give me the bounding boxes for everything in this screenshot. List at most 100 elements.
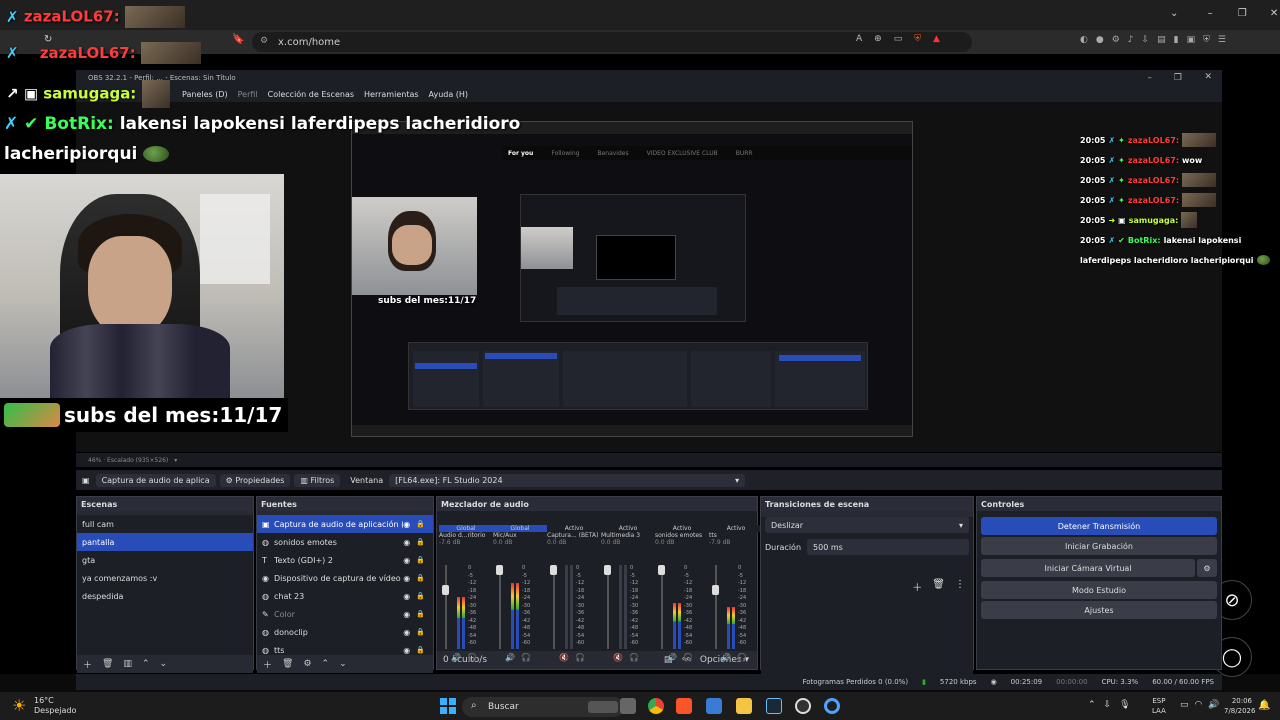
volume-fader[interactable] (715, 565, 717, 649)
store-icon[interactable] (706, 698, 722, 714)
stop-streaming-button[interactable]: Detener Transmisión (981, 517, 1217, 535)
eye-icon[interactable]: ◉ (403, 628, 410, 637)
window-select[interactable]: [FL64.exe]: FL Studio 2024 ▾ (389, 473, 746, 487)
weather-widget[interactable]: 16°C Despejado (34, 696, 76, 716)
arrow-down-icon[interactable]: ⌄ (160, 659, 168, 669)
speaker-icon[interactable]: 🔊 (667, 653, 677, 662)
source-item[interactable]: ◉ Dispositivo de captura de vídeo 3 ◉ 🔒 (257, 569, 433, 587)
volume-fader[interactable] (445, 565, 447, 649)
chrome-icon[interactable] (648, 698, 664, 714)
wallet-icon[interactable]: ▣ (1187, 35, 1196, 49)
headphones-icon[interactable]: 🎧 (467, 653, 477, 662)
headphones-icon[interactable]: 🎧 (737, 653, 747, 662)
lock-icon[interactable]: 🔒 (416, 574, 425, 582)
menu-perfil[interactable]: Perfil (238, 90, 258, 99)
properties-button[interactable]: ⚙ Propiedades (219, 473, 291, 487)
source-item[interactable]: ◍ donoclip ◉ 🔒 (257, 623, 433, 641)
studio-mode-button[interactable]: Modo Estudio (981, 581, 1217, 599)
fader-knob[interactable] (604, 565, 611, 575)
app-icon[interactable] (824, 698, 840, 714)
brave-icon[interactable] (676, 698, 692, 714)
scene-item[interactable]: full cam (77, 515, 253, 533)
steam-icon[interactable] (766, 698, 782, 714)
music-icon[interactable]: ♪ (1128, 35, 1134, 49)
source-item[interactable]: ◍ chat 23 ◉ 🔒 (257, 587, 433, 605)
filters-button[interactable]: ▥ Filtros (294, 473, 341, 487)
weather-icon[interactable]: ☀ (12, 696, 26, 715)
scene-item[interactable]: gta (77, 551, 253, 569)
lock-icon[interactable]: 🔒 (416, 646, 425, 654)
eye-icon[interactable]: ◉ (403, 592, 410, 601)
channel-name[interactable]: Captura... (BETA) (547, 532, 601, 539)
download-icon[interactable]: ⇩ (1104, 700, 1112, 710)
channel-name[interactable]: Multimedia 3 (601, 532, 655, 539)
add-icon[interactable]: ＋ (83, 658, 92, 671)
translate-icon[interactable]: A (856, 34, 862, 44)
duration-input[interactable]: 500 ms (807, 539, 969, 555)
fader-knob[interactable] (712, 585, 719, 595)
brave-shield-icon[interactable]: ⛨ (914, 34, 921, 44)
wifi-icon[interactable]: ◠ (1195, 700, 1203, 710)
file-explorer-icon[interactable] (736, 698, 752, 714)
lock-icon[interactable]: 🔒 (416, 592, 425, 600)
channel-name[interactable]: Mic/Aux (493, 532, 547, 539)
eye-icon[interactable]: ◉ (403, 574, 410, 583)
menu-coleccion[interactable]: Colección de Escenas (268, 90, 354, 99)
gear-icon[interactable]: ⚙ (1197, 559, 1217, 577)
eye-icon[interactable]: ◉ (403, 520, 410, 529)
start-recording-button[interactable]: Iniciar Grabación (981, 537, 1217, 555)
muted-speaker-icon[interactable]: 🔇 (559, 653, 569, 662)
zoom-icon[interactable]: ⊕ (874, 34, 882, 44)
scene-item[interactable]: ya comenzamos :v (77, 569, 253, 587)
minimize-icon[interactable]: – (1208, 8, 1213, 19)
start-virtual-camera-button[interactable]: Iniciar Cámara Virtual (981, 559, 1195, 577)
settings-button[interactable]: Ajustes (981, 601, 1217, 619)
notification-icon[interactable]: 🔔 (1258, 700, 1270, 711)
fader-knob[interactable] (658, 565, 665, 575)
shield-icon[interactable]: ⛨ (1203, 35, 1210, 49)
arrow-down-icon[interactable]: ⌄ (339, 659, 347, 669)
source-item[interactable]: ✎ Color ◉ 🔒 (257, 605, 433, 623)
scene-item[interactable]: despedida (77, 587, 253, 605)
restore-icon[interactable]: ❐ (1238, 8, 1247, 19)
arrow-up-icon[interactable]: ⌃ (142, 659, 150, 669)
puzzle-icon[interactable]: ⚙ (1112, 35, 1120, 49)
eye-icon[interactable]: ◉ (403, 556, 410, 565)
headphones-icon[interactable]: 🎧 (683, 653, 693, 662)
language-indicator[interactable]: ESP LAA (1152, 696, 1166, 716)
menu-herramientas[interactable]: Herramientas (364, 90, 419, 99)
lock-icon[interactable]: 🔒 (416, 628, 425, 636)
monitor-icon[interactable]: ▭ (1180, 700, 1189, 710)
muted-speaker-icon[interactable]: 🔇 (613, 653, 623, 662)
add-icon[interactable]: ＋ (263, 658, 272, 671)
clock[interactable]: 20:06 7/8/2026 (1224, 696, 1255, 716)
fader-knob[interactable] (442, 585, 449, 595)
channel-name[interactable]: sonidos emotes (655, 532, 709, 539)
download-icon[interactable]: ⇩ (1142, 35, 1150, 49)
taskbar-search[interactable]: ⌕ Buscar (462, 697, 624, 717)
cast-icon[interactable]: ▭ (894, 34, 903, 44)
speaker-icon[interactable]: 🔊 (721, 653, 731, 662)
trash-icon[interactable]: 🗑 (932, 579, 945, 594)
site-info-icon[interactable]: ⚙ (260, 36, 268, 46)
source-item[interactable]: ◍ sonidos emotes ◉ 🔒 (257, 533, 433, 551)
source-item[interactable]: T Texto (GDI+) 2 ◉ 🔒 (257, 551, 433, 569)
minimize-icon[interactable]: – (1148, 73, 1153, 83)
eye-icon[interactable]: ◉ (403, 538, 410, 547)
volume-icon[interactable]: 🔊 (1208, 700, 1219, 710)
extension-icon[interactable]: ● (1096, 35, 1104, 49)
windows-start-icon[interactable] (440, 698, 456, 714)
rewards-icon[interactable]: ▲ (933, 34, 940, 44)
close-icon[interactable]: ✕ (1204, 72, 1212, 82)
channel-name[interactable]: Audio d...ritorio (439, 532, 493, 539)
trash-icon[interactable]: 🗑 (102, 659, 113, 669)
headphones-icon[interactable]: 🎧 (629, 653, 639, 662)
chevron-up-icon[interactable]: ⌃ (1088, 700, 1096, 710)
lock-icon[interactable]: 🔒 (416, 520, 425, 528)
fader-knob[interactable] (496, 565, 503, 575)
task-view-icon[interactable] (620, 698, 636, 714)
scene-item-selected[interactable]: pantalla (77, 533, 253, 551)
filter-icon[interactable]: ▥ (123, 659, 132, 669)
lock-icon[interactable]: 🔒 (416, 610, 425, 618)
add-icon[interactable]: ＋ (912, 579, 922, 594)
